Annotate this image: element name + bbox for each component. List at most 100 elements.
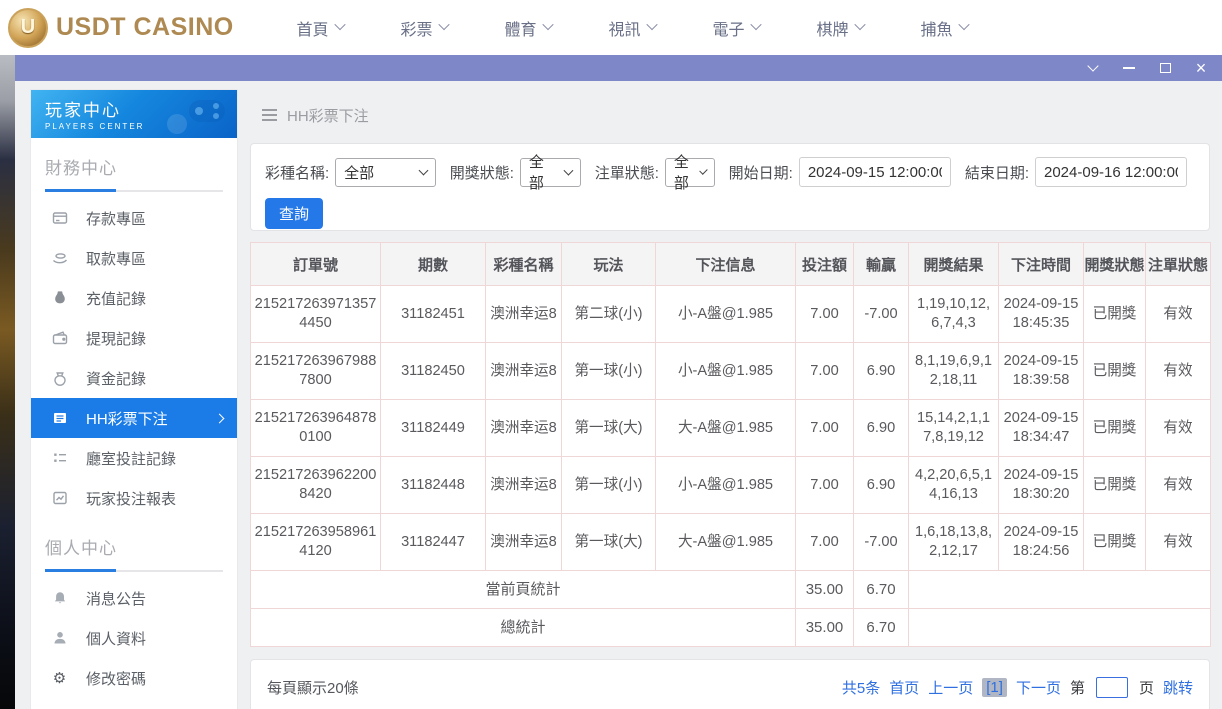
column-header: 下注時間 bbox=[999, 243, 1084, 286]
column-header: 輸贏 bbox=[854, 243, 909, 286]
table-cell: 已開獎 bbox=[1084, 457, 1146, 514]
sidebar-item-hh-bet[interactable]: HH彩票下注 bbox=[31, 398, 237, 438]
page-title: HH彩票下注 bbox=[287, 105, 369, 126]
report-icon bbox=[51, 490, 68, 507]
table-cell: 7.00 bbox=[796, 457, 854, 514]
hamburger-icon[interactable] bbox=[262, 109, 277, 121]
chevron-down-icon bbox=[750, 19, 761, 30]
recharge-record-icon bbox=[51, 290, 68, 307]
nav-item[interactable]: 首頁 bbox=[268, 16, 372, 40]
column-header: 開獎結果 bbox=[909, 243, 999, 286]
sidebar-item-withdraw[interactable]: 取款專區 bbox=[31, 238, 237, 278]
close-icon[interactable]: × bbox=[1194, 61, 1208, 75]
column-header: 開獎狀態 bbox=[1084, 243, 1146, 286]
chevron-down-icon bbox=[418, 166, 428, 176]
sidebar-item-deposit[interactable]: 存款專區 bbox=[31, 198, 237, 238]
lottery-select[interactable]: 全部 bbox=[335, 158, 436, 187]
deposit-icon bbox=[51, 210, 68, 227]
column-header: 訂單號 bbox=[251, 243, 381, 286]
end-date-input[interactable] bbox=[1035, 157, 1187, 187]
first-page-link[interactable]: 首页 bbox=[889, 677, 919, 698]
table-cell: 有效 bbox=[1146, 457, 1211, 514]
order-status-select[interactable]: 全部 bbox=[665, 158, 715, 187]
start-date-input[interactable] bbox=[799, 157, 951, 187]
table-cell: 澳洲幸运8 bbox=[486, 286, 562, 343]
draw-status-select[interactable]: 全部 bbox=[520, 158, 581, 187]
column-header: 玩法 bbox=[562, 243, 656, 286]
nav-item-label: 首頁 bbox=[296, 16, 328, 40]
pagination-bar: 每頁顯示20條 共5条 首页 上一页 [1] 下一页 第 页 跳转 bbox=[250, 659, 1210, 709]
prev-page-link[interactable]: 上一页 bbox=[928, 677, 973, 698]
sidebar-item-withdrawal-record[interactable]: 提現記錄 bbox=[31, 318, 237, 358]
bet-table: 訂單號期數彩種名稱玩法下注信息投注額輸贏開獎結果下注時間開獎狀態注單狀態 215… bbox=[250, 242, 1211, 647]
nav-item[interactable]: 棋牌 bbox=[788, 16, 892, 40]
table-cell: 澳洲幸运8 bbox=[486, 514, 562, 571]
nav-item[interactable]: 彩票 bbox=[372, 16, 476, 40]
nav-item[interactable]: 捕魚 bbox=[892, 16, 996, 40]
sidebar-item-room-record[interactable]: 廳室投註記錄 bbox=[31, 438, 237, 478]
sidebar-section-finance: 財務中心 bbox=[31, 138, 237, 192]
sidebar-item-label: 消息公告 bbox=[86, 588, 146, 609]
table-cell: 7.00 bbox=[796, 514, 854, 571]
table-row: 215217263967988780031182450澳洲幸运8第一球(小)小-… bbox=[251, 343, 1211, 400]
section-underline bbox=[45, 570, 223, 572]
search-button[interactable]: 查詢 bbox=[265, 198, 323, 229]
pager: 共5条 首页 上一页 [1] 下一页 第 页 跳转 bbox=[842, 677, 1193, 698]
order-status-select-value: 全部 bbox=[674, 151, 693, 193]
sidebar-item-password[interactable]: ⚙ 修改密碼 bbox=[31, 658, 237, 698]
table-cell: 有效 bbox=[1146, 343, 1211, 400]
password-icon: ⚙ bbox=[51, 670, 68, 687]
nav-item[interactable]: 體育 bbox=[476, 16, 580, 40]
summary-label: 當前頁統計 bbox=[251, 571, 796, 609]
table-row: 215217263962200842031182448澳洲幸运8第一球(小)小-… bbox=[251, 457, 1211, 514]
table-cell: 31182449 bbox=[381, 400, 486, 457]
maximize-icon[interactable] bbox=[1158, 61, 1172, 75]
table-cell: 大-A盤@1.985 bbox=[656, 400, 796, 457]
chevron-down-icon bbox=[542, 19, 553, 30]
sidebar-item-recharge-record[interactable]: 充值記錄 bbox=[31, 278, 237, 318]
chevron-down-icon bbox=[854, 19, 865, 30]
per-page-text: 每頁顯示20條 bbox=[267, 677, 359, 698]
sidebar-item-funds-record[interactable]: 資金記錄 bbox=[31, 358, 237, 398]
sidebar-item-label: 提現記錄 bbox=[86, 328, 146, 349]
table-cell: 2152172639713574450 bbox=[251, 286, 381, 343]
table-cell: 澳洲幸运8 bbox=[486, 457, 562, 514]
table-cell: 4,2,20,6,5,14,16,13 bbox=[909, 457, 999, 514]
nav-item[interactable]: 視訊 bbox=[580, 16, 684, 40]
jump-page-input[interactable] bbox=[1096, 677, 1128, 698]
main-content: HH彩票下注 彩種名稱: 全部 開獎狀態: 全部 注單狀態: bbox=[250, 81, 1210, 709]
sidebar-item-notice[interactable]: 消息公告 bbox=[31, 578, 237, 618]
start-date-label: 開始日期: bbox=[729, 162, 793, 183]
table-cell: 第一球(大) bbox=[562, 514, 656, 571]
summary-empty bbox=[909, 571, 1211, 609]
total-count: 共5条 bbox=[842, 677, 880, 698]
minimize-icon[interactable] bbox=[1122, 61, 1136, 75]
sidebar-item-label: 取款專區 bbox=[86, 248, 146, 269]
nav-item[interactable]: 電子 bbox=[684, 16, 788, 40]
nav-item-label: 視訊 bbox=[608, 16, 640, 40]
table-cell: 31182450 bbox=[381, 343, 486, 400]
page-summary-row: 當前頁統計 35.00 6.70 bbox=[251, 571, 1211, 609]
table-cell: 15,14,2,1,17,8,19,12 bbox=[909, 400, 999, 457]
sidebar-item-label: 充值記錄 bbox=[86, 288, 146, 309]
withdraw-icon bbox=[51, 250, 68, 267]
table-cell: 小-A盤@1.985 bbox=[656, 343, 796, 400]
sidebar-item-profile[interactable]: 個人資料 bbox=[31, 618, 237, 658]
logo[interactable]: U USDT CASINO bbox=[8, 8, 238, 48]
table-cell: 第一球(小) bbox=[562, 343, 656, 400]
table-row: 215217263964878010031182449澳洲幸运8第一球(大)大-… bbox=[251, 400, 1211, 457]
sidebar-item-label: 玩家投注報表 bbox=[86, 488, 176, 509]
sidebar-item-report[interactable]: 玩家投注報表 bbox=[31, 478, 237, 518]
nav-item-label: 體育 bbox=[504, 16, 536, 40]
notice-icon bbox=[51, 590, 68, 607]
column-header: 下注信息 bbox=[656, 243, 796, 286]
main-nav: 首頁 彩票 體育 視訊 電子棋牌捕魚 bbox=[268, 16, 996, 40]
funds-record-icon bbox=[51, 370, 68, 387]
next-page-link[interactable]: 下一页 bbox=[1016, 677, 1061, 698]
collapse-icon[interactable] bbox=[1086, 61, 1100, 75]
jump-button[interactable]: 跳转 bbox=[1163, 677, 1193, 698]
grand-summary-row: 總統計 35.00 6.70 bbox=[251, 609, 1211, 647]
chevron-down-icon bbox=[958, 19, 969, 30]
withdrawal-record-icon bbox=[51, 330, 68, 347]
sidebar-item-label: 修改密碼 bbox=[86, 668, 146, 689]
